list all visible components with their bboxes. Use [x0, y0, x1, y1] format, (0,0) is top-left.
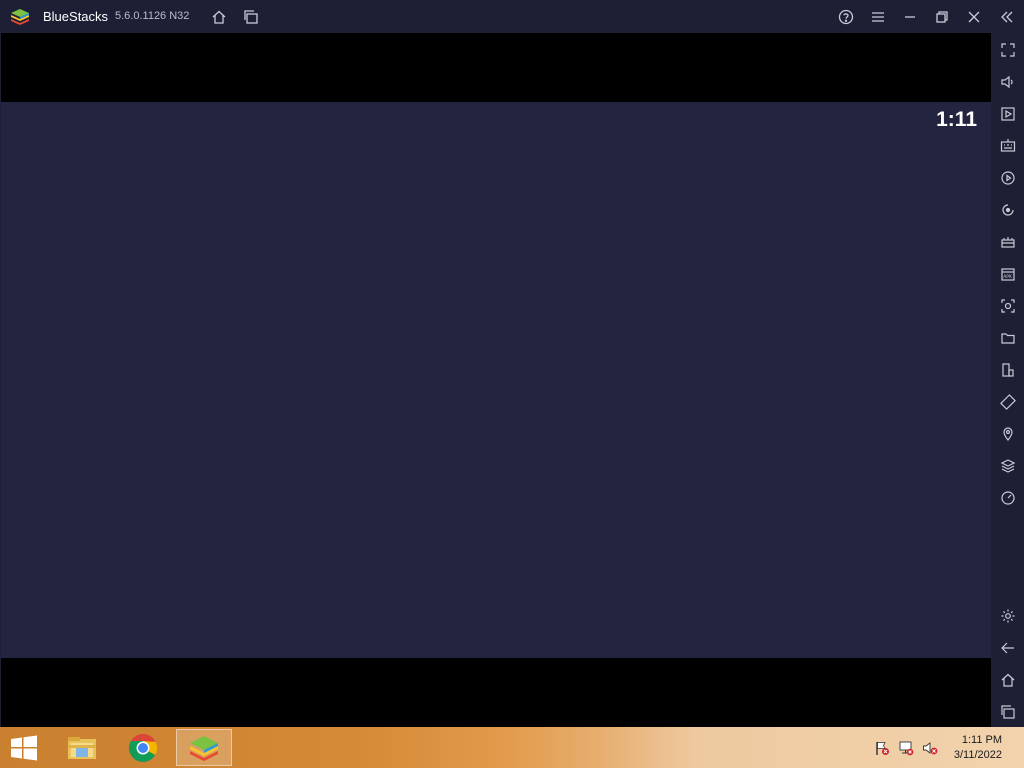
install-apk-icon: APK — [1000, 267, 1015, 281]
location-icon — [1002, 426, 1013, 441]
fullscreen-icon — [1000, 42, 1015, 57]
home-icon — [212, 10, 226, 24]
help-button[interactable] — [835, 6, 857, 28]
volume-muted-icon[interactable] — [922, 740, 938, 756]
volume-icon — [1000, 75, 1013, 88]
system-clock[interactable]: 1:11 PM 3/11/2022 — [954, 733, 1002, 763]
sync-icon — [1001, 203, 1014, 216]
android-screen[interactable]: 1:11 — [1, 33, 991, 727]
close-icon — [968, 11, 980, 23]
taskbar-file-explorer[interactable] — [54, 729, 110, 766]
location-button[interactable] — [997, 423, 1018, 444]
settings-button[interactable] — [997, 605, 1018, 626]
minimize-button[interactable] — [899, 6, 921, 28]
game-controls-icon — [1000, 236, 1015, 248]
system-date: 3/11/2022 — [953, 749, 1002, 761]
letterbox-bottom — [1, 658, 991, 727]
android-home-button[interactable] — [997, 669, 1018, 690]
network-icon[interactable] — [898, 740, 914, 756]
macro-recorder-button[interactable] — [997, 167, 1018, 188]
eco-mode-icon — [1000, 490, 1015, 505]
action-center-flag-icon[interactable] — [874, 740, 890, 756]
recent-apps-button[interactable] — [997, 701, 1018, 722]
sidebar-toolbar: APK — [991, 33, 1024, 727]
settings-icon — [1001, 609, 1014, 622]
windows-start-icon[interactable] — [10, 735, 38, 761]
app-version: 5.6.0.1126 N32 — [115, 10, 190, 22]
rotate-button[interactable] — [997, 391, 1018, 412]
home-button[interactable] — [208, 6, 230, 28]
taskbar-chrome[interactable] — [115, 729, 171, 766]
menu-button[interactable] — [867, 6, 889, 28]
screenshot-icon — [1000, 298, 1015, 313]
screenshot-button[interactable] — [997, 295, 1018, 316]
macro-recorder-icon — [1000, 170, 1015, 185]
back-icon — [1000, 642, 1014, 653]
rotate-icon — [999, 393, 1016, 410]
multi-instance-manager-icon — [1001, 362, 1014, 377]
keyboard-controls-icon — [1000, 138, 1015, 152]
volume-button[interactable] — [997, 71, 1018, 92]
media-import-icon — [1000, 106, 1015, 121]
bluestacks-logo-icon — [11, 9, 29, 25]
recent-apps-icon — [1000, 704, 1015, 719]
file-explorer-icon — [68, 736, 96, 759]
media-folder-icon — [1000, 332, 1015, 344]
taskbar-bluestacks[interactable] — [176, 729, 232, 766]
close-button[interactable] — [963, 6, 985, 28]
game-controls-button[interactable] — [997, 231, 1018, 252]
system-time: 1:11 PM — [961, 734, 1002, 746]
multi-instance-button[interactable] — [240, 6, 262, 28]
install-apk-button[interactable]: APK — [997, 263, 1018, 284]
help-icon — [838, 9, 854, 25]
letterbox-top — [1, 33, 991, 102]
minimize-icon — [905, 16, 915, 18]
layers-button[interactable] — [997, 455, 1018, 476]
title-bar: BlueStacks 5.6.0.1126 N32 — [0, 0, 1024, 33]
restore-icon — [936, 11, 948, 23]
eco-mode-button[interactable] — [997, 487, 1018, 508]
keyboard-controls-button[interactable] — [997, 135, 1018, 156]
layers-icon — [1000, 458, 1015, 473]
multi-instance-icon — [244, 10, 258, 24]
restore-button[interactable] — [931, 6, 953, 28]
media-import-button[interactable] — [997, 103, 1018, 124]
app-title: BlueStacks — [43, 9, 109, 24]
svg-text:APK: APK — [1003, 274, 1013, 280]
windows-taskbar: 1:11 PM 3/11/2022 — [0, 727, 1024, 768]
sync-button[interactable] — [997, 199, 1018, 220]
media-folder-button[interactable] — [997, 327, 1018, 348]
bluestacks-icon — [190, 735, 218, 761]
back-button[interactable] — [997, 637, 1018, 658]
app-content-area[interactable]: 1:11 — [1, 102, 991, 658]
android-home-icon — [1001, 673, 1014, 687]
multi-instance-manager-button[interactable] — [997, 359, 1018, 380]
chrome-icon — [129, 733, 158, 762]
menu-icon — [872, 12, 884, 22]
android-clock: 1:11 — [936, 108, 977, 131]
collapse-sidebar-button[interactable] — [996, 6, 1018, 28]
collapse-sidebar-icon — [1001, 11, 1013, 23]
fullscreen-button[interactable] — [997, 39, 1018, 60]
